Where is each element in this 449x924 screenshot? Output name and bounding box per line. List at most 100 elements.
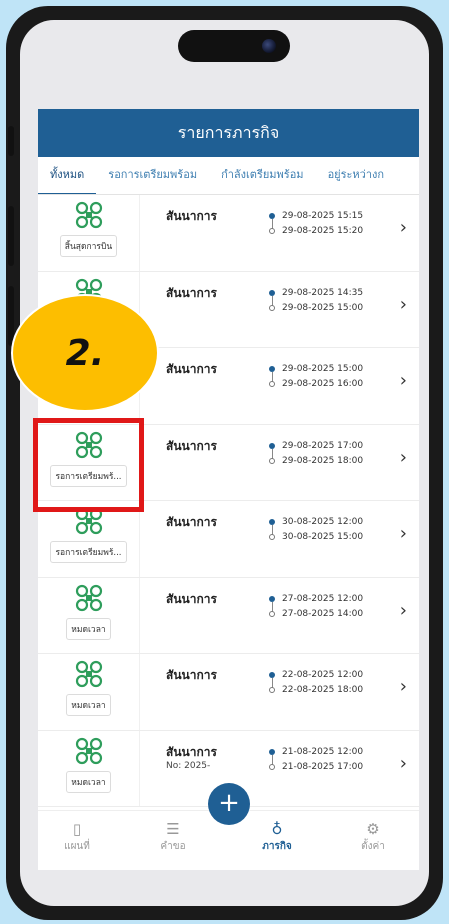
end-time-text: 21-08-2025 17:00 — [282, 761, 364, 772]
mission-title: สันนาการ — [166, 591, 217, 606]
end-dot-icon — [269, 610, 275, 617]
mission-status-cell: หมดเวลา — [38, 654, 140, 730]
mission-row[interactable]: หมดเวลา สันนาการ 22-08-2025 12:00 22-08-… — [38, 654, 419, 731]
end-dot-icon — [269, 457, 275, 464]
chevron-right-icon[interactable]: › — [400, 294, 407, 315]
start-time: 29-08-2025 15:15 — [266, 209, 364, 229]
nav-settings-label: ตั้งค่า — [361, 841, 385, 852]
end-time-text: 30-08-2025 15:00 — [282, 532, 364, 542]
status-badge: หมดเวลา — [66, 694, 111, 716]
nav-missions-label: ภารกิจ — [262, 841, 292, 852]
end-time-text: 29-08-2025 18:00 — [282, 455, 364, 466]
status-badge: หมดเวลา — [66, 617, 111, 640]
end-dot-icon — [269, 304, 275, 311]
chevron-right-icon[interactable]: › — [400, 676, 407, 697]
nav-requests[interactable]: ☰ คำขอ — [138, 819, 208, 854]
mission-row[interactable]: สิ้นสุดการบิน สันนาการ 29-08-2025 15:15 … — [38, 195, 419, 272]
tab-in-progress[interactable]: อยู่ระหว่างก — [316, 157, 397, 194]
start-time-text: 21-08-2025 12:00 — [282, 746, 364, 757]
start-time: 27-08-2025 12:00 — [266, 592, 364, 612]
start-time: 21-08-2025 12:00 — [266, 745, 364, 765]
status-badge: หมดเวลา — [66, 770, 111, 793]
plus-icon: + — [218, 788, 240, 818]
start-time-text: 29-08-2025 15:15 — [282, 211, 364, 221]
start-time: 29-08-2025 14:35 — [266, 286, 364, 306]
mission-times: 30-08-2025 12:00 30-08-2025 15:00 — [266, 515, 363, 545]
chevron-right-icon[interactable]: › — [400, 447, 407, 468]
gear-icon: ⚙ — [366, 820, 380, 838]
drone-icon — [75, 737, 102, 764]
nav-requests-label: คำขอ — [160, 841, 186, 852]
tab-bar: ทั้งหมด รอการเตรียมพร้อม กำลังเตรียมพร้อ… — [38, 157, 419, 195]
end-time: 21-08-2025 17:00 — [266, 760, 363, 775]
mission-title: สันนาการ — [166, 668, 217, 682]
status-badge: สิ้นสุดการบิน — [59, 235, 118, 257]
end-dot-icon — [269, 687, 275, 693]
start-time-text: 27-08-2025 12:00 — [282, 593, 364, 604]
mission-row[interactable]: หมดเวลา สันนาการ 27-08-2025 12:00 27-08-… — [38, 577, 419, 654]
tab-all[interactable]: ทั้งหมด — [38, 157, 97, 194]
mission-times: 29-08-2025 14:35 29-08-2025 15:00 — [266, 286, 363, 316]
nav-map[interactable]: ▯ แผนที่ — [42, 819, 112, 854]
mission-row[interactable]: รอการเตรียมพร้... สันนาการ 30-08-2025 12… — [38, 501, 419, 578]
start-time: 30-08-2025 12:00 — [266, 515, 364, 535]
start-time: 29-08-2025 15:00 — [266, 362, 364, 382]
nav-missions[interactable]: ♁ ภารกิจ — [242, 819, 312, 854]
mission-status-cell: หมดเวลา — [38, 730, 140, 806]
drone-icon — [75, 660, 102, 688]
mission-title: สันนาการ — [166, 744, 217, 759]
mission-title: สันนาการ — [166, 438, 217, 453]
bottom-nav: ▯ แผนที่ ☰ คำขอ + ♁ ภารกิจ ⚙ ตั้งค่า — [38, 783, 419, 870]
end-time: 27-08-2025 14:00 — [266, 607, 363, 622]
page-title: รายการภารกิจ — [177, 122, 280, 142]
end-dot-icon — [269, 381, 275, 387]
end-dot-icon — [269, 534, 275, 540]
end-time-text: 29-08-2025 15:20 — [282, 226, 364, 236]
start-time-text: 29-08-2025 15:00 — [282, 364, 364, 374]
chevron-right-icon[interactable]: › — [400, 370, 407, 391]
nav-settings[interactable]: ⚙ ตั้งค่า — [338, 819, 408, 854]
end-dot-icon — [269, 763, 275, 770]
step-label: 2. — [65, 332, 105, 374]
end-dot-icon — [269, 228, 275, 234]
mission-title: สันนาการ — [166, 362, 217, 376]
list-icon: ☰ — [166, 820, 180, 838]
mission-title: สันนาการ — [166, 209, 217, 223]
mission-times: 21-08-2025 12:00 21-08-2025 17:00 — [266, 745, 363, 775]
mission-times: 22-08-2025 12:00 22-08-2025 18:00 — [266, 668, 363, 698]
app-header: รายการภารกิจ — [38, 109, 419, 157]
nav-map-label: แผนที่ — [64, 841, 90, 852]
step-badge: 2. — [11, 294, 159, 412]
mission-times: 27-08-2025 12:00 27-08-2025 14:00 — [266, 592, 363, 622]
chevron-right-icon[interactable]: › — [400, 217, 407, 238]
highlight-box — [33, 418, 144, 512]
mission-number: No: 2025- — [166, 760, 211, 771]
end-time-text: 29-08-2025 16:00 — [282, 379, 364, 389]
tab-preparing[interactable]: กำลังเตรียมพร้อม — [209, 157, 315, 194]
drone-icon — [75, 201, 102, 229]
mission-times: 29-08-2025 15:00 29-08-2025 16:00 — [266, 362, 363, 392]
chevron-right-icon[interactable]: › — [400, 753, 407, 774]
tab-awaiting-preparation[interactable]: รอการเตรียมพร้อม — [96, 157, 209, 194]
start-time-text: 29-08-2025 14:35 — [282, 287, 364, 298]
end-time: 29-08-2025 15:00 — [266, 301, 363, 316]
end-time-text: 29-08-2025 15:00 — [282, 302, 364, 313]
end-time: 30-08-2025 15:00 — [266, 530, 363, 545]
chevron-right-icon[interactable]: › — [400, 523, 407, 544]
mission-title: สันนาการ — [166, 285, 217, 300]
end-time: 29-08-2025 18:00 — [266, 454, 363, 469]
end-time-text: 27-08-2025 14:00 — [282, 608, 364, 619]
mission-status-cell: สิ้นสุดการบิน — [38, 195, 140, 271]
end-time: 22-08-2025 18:00 — [266, 683, 363, 698]
phone-side-button — [8, 206, 14, 266]
mission-times: 29-08-2025 17:00 29-08-2025 18:00 — [266, 439, 363, 469]
start-time-text: 29-08-2025 17:00 — [282, 440, 364, 451]
mission-status-cell: หมดเวลา — [38, 577, 140, 653]
phone-side-button — [8, 126, 14, 156]
status-badge: รอการเตรียมพร้... — [50, 541, 127, 563]
chevron-right-icon[interactable]: › — [400, 600, 407, 621]
start-time-text: 30-08-2025 12:00 — [282, 517, 364, 527]
mission-times: 29-08-2025 15:15 29-08-2025 15:20 — [266, 209, 363, 239]
end-time-text: 22-08-2025 18:00 — [282, 685, 364, 695]
mission-icon: ♁ — [271, 820, 283, 838]
